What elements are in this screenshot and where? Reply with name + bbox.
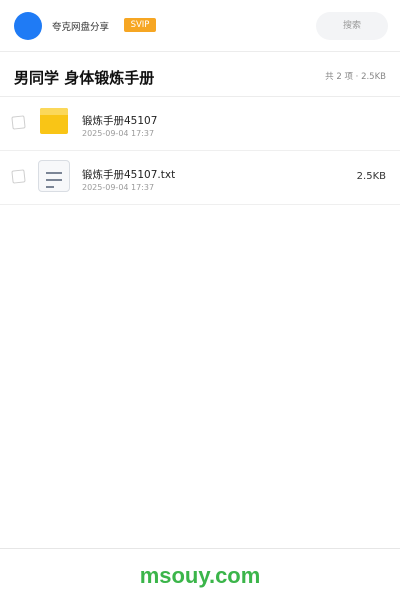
row-checkbox[interactable] xyxy=(11,115,26,130)
header-bar: 夸克网盘分享 SVIP xyxy=(0,0,400,52)
file-row[interactable]: 锻炼手册45107 2025-09-04 17:37 xyxy=(0,97,400,151)
file-date: 2025-09-04 17:37 xyxy=(82,183,155,192)
share-summary: 共 2 项 · 2.5KB xyxy=(325,72,386,82)
watermark-text: msouy.com xyxy=(139,563,261,588)
text-file-icon xyxy=(38,160,70,192)
file-date: 2025-09-04 17:37 xyxy=(82,129,155,138)
file-name[interactable]: 锻炼手册45107 xyxy=(82,113,157,128)
row-checkbox[interactable] xyxy=(11,169,26,184)
file-row[interactable]: 锻炼手册45107.txt 2025-09-04 17:37 2.5KB xyxy=(0,151,400,205)
avatar[interactable] xyxy=(14,12,42,40)
folder-icon xyxy=(40,108,68,134)
share-title-bar: 男同学 身体锻炼手册 共 2 项 · 2.5KB xyxy=(0,52,400,97)
page-title: 男同学 身体锻炼手册 xyxy=(14,69,155,87)
search-input[interactable] xyxy=(316,12,388,40)
file-name[interactable]: 锻炼手册45107.txt xyxy=(82,167,175,182)
brand-name: 夸克网盘分享 xyxy=(52,22,110,33)
footer: msouy.com xyxy=(0,548,400,600)
file-size: 2.5KB xyxy=(356,171,386,182)
svip-badge: SVIP xyxy=(124,18,156,32)
